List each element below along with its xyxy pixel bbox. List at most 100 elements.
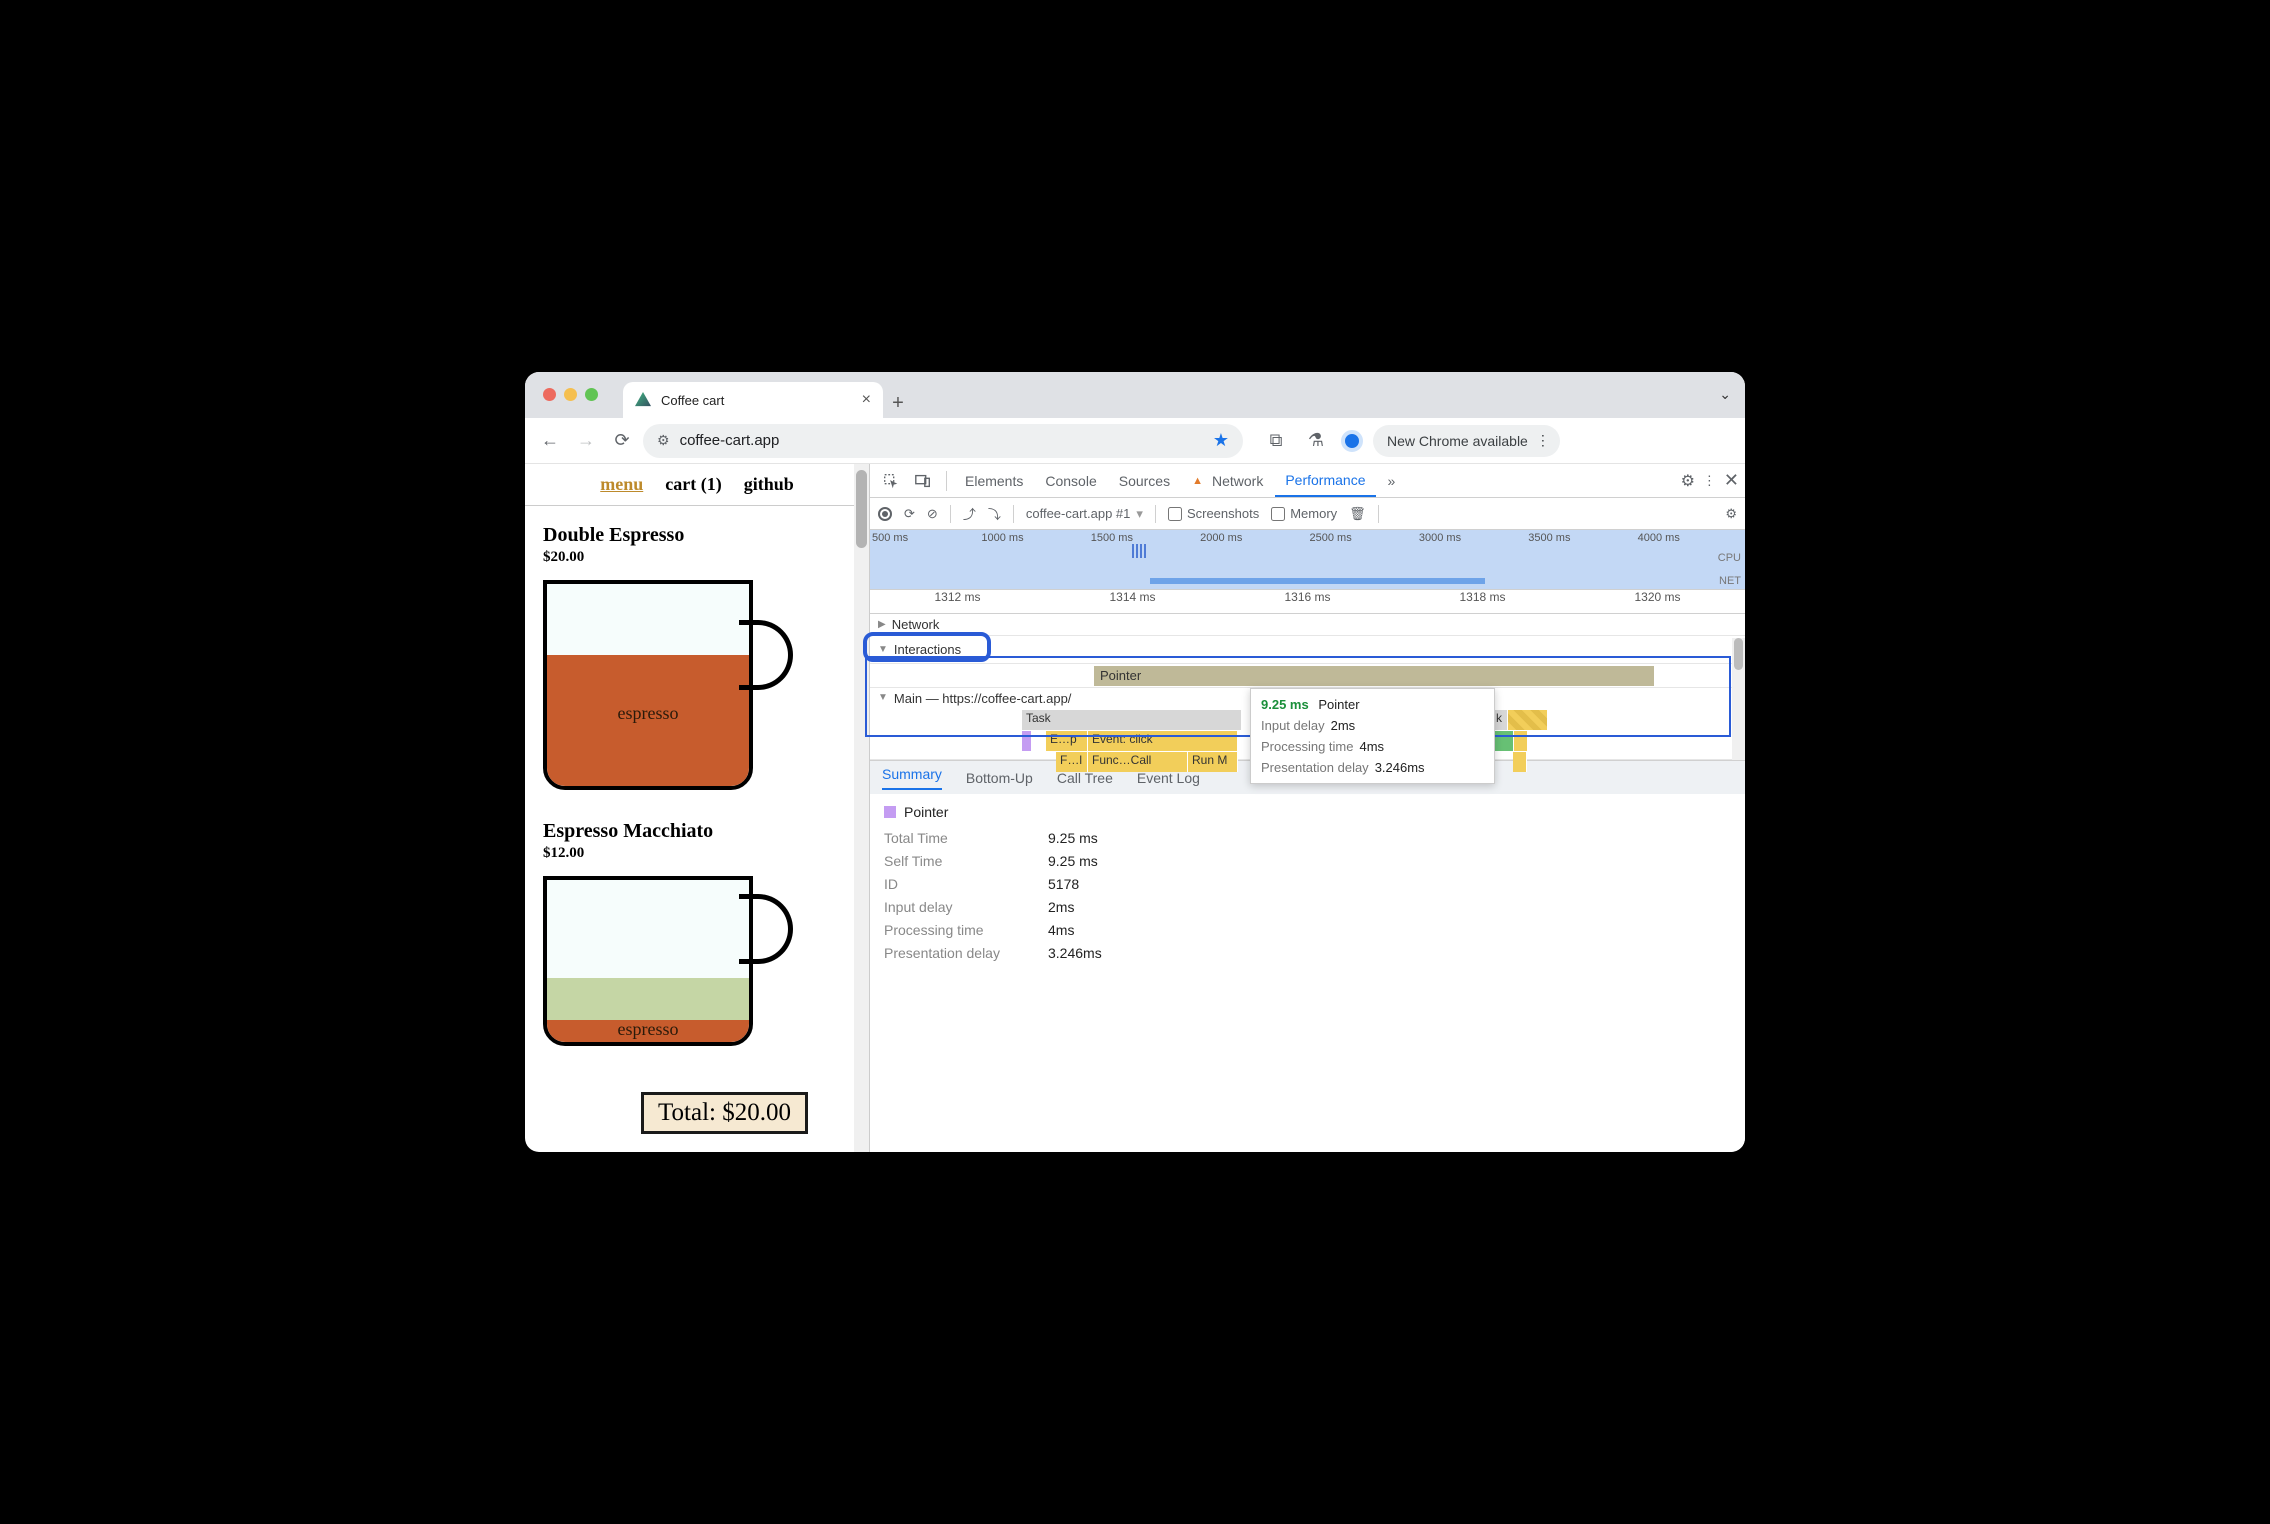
cup-label: espresso xyxy=(547,703,749,724)
overview-net-bar xyxy=(1150,578,1485,584)
net-label: NET xyxy=(1719,575,1741,587)
download-icon[interactable]: ⤵ xyxy=(988,504,1001,523)
flame-event[interactable]: F…l xyxy=(1056,752,1088,772)
flame-event[interactable]: E…p xyxy=(1046,731,1088,751)
kebab-icon: ⋮ xyxy=(1536,432,1550,449)
address-bar[interactable]: ⚙ coffee-cart.app ★ xyxy=(643,424,1243,458)
summary-pane: Pointer Total Time9.25 ms Self Time9.25 … xyxy=(870,794,1745,978)
new-tab-button[interactable]: + xyxy=(883,388,913,418)
product-name: Espresso Macchiato xyxy=(543,820,851,843)
flame-func-call[interactable]: Func…Call xyxy=(1088,752,1188,772)
pointer-event-bar[interactable]: Pointer xyxy=(1094,666,1424,686)
expand-arrow-icon[interactable]: ▶ xyxy=(878,619,886,630)
browser-toolbar: ← → ⟳ ⚙ coffee-cart.app ★ ⧉ ⚗ New Chrome… xyxy=(525,418,1745,464)
cpu-label: CPU xyxy=(1718,552,1741,564)
inspect-icon[interactable] xyxy=(876,466,906,496)
more-tabs-icon[interactable]: » xyxy=(1378,464,1406,497)
perf-overview[interactable]: 500 ms 1000 ms 1500 ms 2000 ms 2500 ms 3… xyxy=(870,530,1745,590)
zoom-window[interactable] xyxy=(585,388,598,401)
network-track[interactable]: ▶ Network xyxy=(870,614,1745,636)
close-window[interactable] xyxy=(543,388,556,401)
tab-summary[interactable]: Summary xyxy=(882,766,942,790)
browser-window: Coffee cart × + ⌄ ← → ⟳ ⚙ coffee-cart.ap… xyxy=(525,372,1745,1152)
update-chrome-button[interactable]: New Chrome available ⋮ xyxy=(1373,425,1560,457)
collapse-arrow-icon[interactable]: ▼ xyxy=(878,644,888,655)
close-devtools-icon[interactable]: ✕ xyxy=(1724,470,1739,491)
flame-hatched[interactable] xyxy=(1508,710,1548,730)
profile-avatar[interactable] xyxy=(1341,430,1363,452)
record-button[interactable] xyxy=(878,507,892,521)
tracks-scrollbar[interactable] xyxy=(1732,638,1745,760)
toolbar-right: ⧉ ⚗ New Chrome available ⋮ xyxy=(1261,425,1560,457)
cart-total-button[interactable]: Total: $20.00 xyxy=(641,1092,808,1134)
bookmark-star-icon[interactable]: ★ xyxy=(1213,430,1229,451)
pointer-row[interactable]: Pointer xyxy=(870,664,1745,688)
tab-title: Coffee cart xyxy=(661,393,724,408)
site-settings-icon[interactable]: ⚙ xyxy=(657,432,670,449)
product-image[interactable]: espresso xyxy=(543,580,793,790)
kebab-menu-icon[interactable]: ⋮ xyxy=(1703,473,1716,489)
collapse-arrow-icon[interactable]: ▼ xyxy=(878,692,888,703)
product-card: Double Espresso $20.00 espresso xyxy=(543,524,851,790)
minimize-window[interactable] xyxy=(564,388,577,401)
tab-list-chevron-icon[interactable]: ⌄ xyxy=(1719,386,1731,403)
back-button[interactable]: ← xyxy=(535,426,565,456)
nav-menu[interactable]: menu xyxy=(600,474,643,495)
gc-icon[interactable]: 🗑 xyxy=(1349,506,1366,522)
color-swatch xyxy=(884,806,896,818)
hover-tooltip: 9.25 ms Pointer Input delay2ms Processin… xyxy=(1250,688,1495,784)
chevron-down-icon: ▾ xyxy=(1136,506,1143,522)
tab-sources[interactable]: Sources xyxy=(1109,464,1180,497)
flame-slice[interactable] xyxy=(1022,731,1032,751)
content-area: menu cart (1) github Double Espresso $20… xyxy=(525,464,1745,1152)
reload-button[interactable]: ⟳ xyxy=(607,426,637,456)
nav-cart[interactable]: cart (1) xyxy=(665,474,721,495)
timeline-ruler[interactable]: 1312 ms 1314 ms 1316 ms 1318 ms 1320 ms xyxy=(870,590,1745,614)
product-image[interactable]: espresso xyxy=(543,876,793,1046)
tooltip-name: Pointer xyxy=(1318,697,1359,712)
product-name: Double Espresso xyxy=(543,524,851,547)
tooltip-time: 9.25 ms xyxy=(1261,697,1309,712)
flame-run[interactable]: Run M xyxy=(1188,752,1238,772)
perf-settings-gear-icon[interactable]: ⚙ xyxy=(1725,506,1737,522)
product-price: $12.00 xyxy=(543,845,851,862)
flame-task[interactable]: Task xyxy=(1022,710,1242,730)
window-controls xyxy=(543,388,598,401)
flame-slice[interactable] xyxy=(1513,752,1527,772)
extensions-icon[interactable]: ⧉ xyxy=(1261,426,1291,456)
summary-title: Pointer xyxy=(904,804,948,820)
tab-console[interactable]: Console xyxy=(1035,464,1106,497)
perf-toolbar: ⟳ ⊘ ⤴ ⤵ coffee-cart.app #1 ▾ Screenshots… xyxy=(870,498,1745,530)
tab-network[interactable]: Network xyxy=(1182,464,1273,497)
vue-favicon-icon xyxy=(635,392,651,408)
tab-performance[interactable]: Performance xyxy=(1275,464,1375,497)
interactions-track[interactable]: ▼ Interactions xyxy=(870,636,1745,664)
tab-elements[interactable]: Elements xyxy=(955,464,1033,497)
close-tab-icon[interactable]: × xyxy=(862,391,871,409)
reload-record-icon[interactable]: ⟳ xyxy=(904,506,915,522)
page-body[interactable]: Double Espresso $20.00 espresso Espresso… xyxy=(525,506,869,1152)
page-scrollbar[interactable] xyxy=(854,464,869,1152)
nav-github[interactable]: github xyxy=(744,474,794,495)
pointer-event-bar-2[interactable] xyxy=(1424,666,1654,686)
clear-icon[interactable]: ⊘ xyxy=(927,506,938,522)
overview-selection xyxy=(1132,544,1146,558)
url-text: coffee-cart.app xyxy=(680,432,780,449)
tab-strip: Coffee cart × + ⌄ xyxy=(525,372,1745,418)
tracks-area: ▶ Network ▼ Interactions Pointer ▼ Main … xyxy=(870,614,1745,760)
cup-label: espresso xyxy=(547,1019,749,1040)
screenshots-checkbox[interactable]: Screenshots xyxy=(1168,506,1259,521)
memory-checkbox[interactable]: Memory xyxy=(1271,506,1337,521)
device-toggle-icon[interactable] xyxy=(908,466,938,496)
settings-gear-icon[interactable]: ⚙ xyxy=(1681,471,1695,491)
product-card: Espresso Macchiato $12.00 espresso xyxy=(543,820,851,1046)
main-track[interactable]: ▼ Main — https://coffee-cart.app/ Task k xyxy=(870,688,1745,760)
labs-icon[interactable]: ⚗ xyxy=(1301,426,1331,456)
flame-slice[interactable] xyxy=(1514,731,1528,751)
flame-event-click[interactable]: Event: click xyxy=(1088,731,1238,751)
devtools-tab-bar: Elements Console Sources Network Perform… xyxy=(870,464,1745,498)
browser-tab[interactable]: Coffee cart × xyxy=(623,382,883,418)
forward-button[interactable]: → xyxy=(571,426,601,456)
recording-dropdown[interactable]: coffee-cart.app #1 ▾ xyxy=(1026,506,1143,522)
upload-icon[interactable]: ⤴ xyxy=(963,504,976,523)
